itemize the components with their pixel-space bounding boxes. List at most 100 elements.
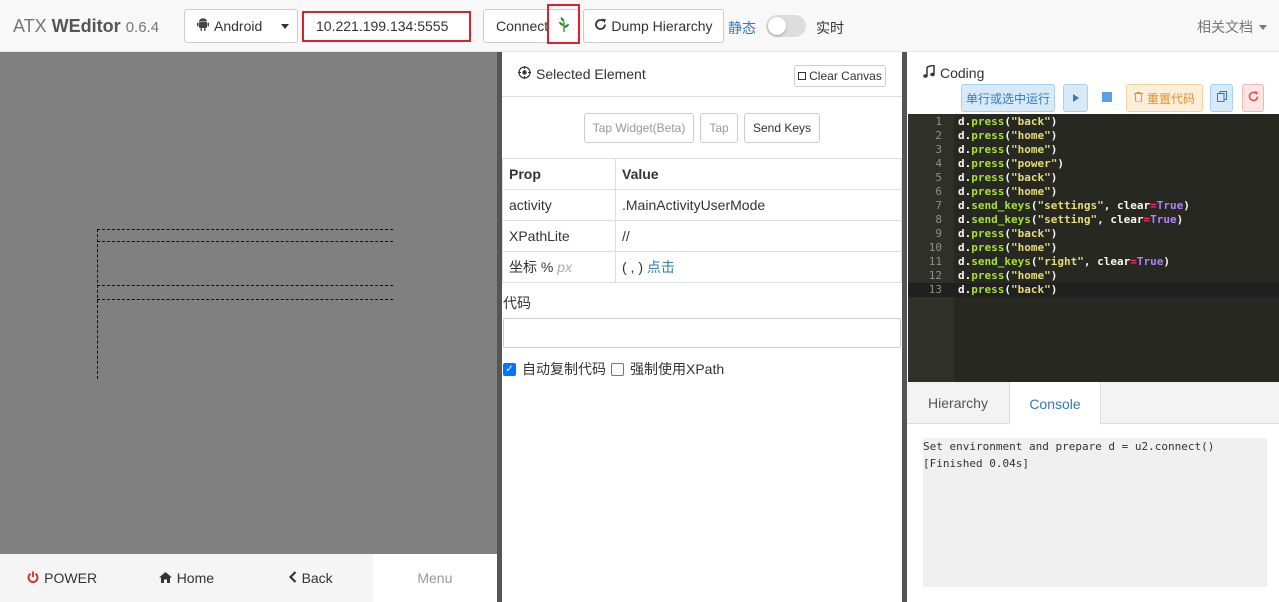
line-number: 5 <box>935 171 942 184</box>
code-line[interactable]: 8 d.send_keys("setting", clear=True) <box>908 213 1279 227</box>
power-button[interactable]: POWER <box>0 554 124 602</box>
code-line[interactable]: 7 d.send_keys("settings", clear=True) <box>908 199 1279 213</box>
code-line[interactable]: 1 d.press("back") <box>908 115 1279 129</box>
options-row: ✓ 自动复制代码 强制使用XPath <box>503 359 724 379</box>
crosshair-icon <box>518 66 531 82</box>
device-address-input[interactable]: 10.221.199.134:5555 <box>302 11 471 42</box>
code-editor[interactable]: 1 d.press("back") 2 d.press("home") 3 d.press… <box>908 114 1279 382</box>
run-selection-button[interactable]: 单行或选中运行 <box>961 84 1055 112</box>
home-label: Home <box>176 570 215 586</box>
element-outline <box>97 229 393 230</box>
code-line[interactable]: 9 d.press("back") <box>908 227 1279 241</box>
stop-button[interactable] <box>1094 84 1119 112</box>
back-button[interactable]: Back <box>249 554 373 602</box>
table-row: XPathLite // <box>502 220 902 252</box>
properties-table: Prop Value activity .MainActivityUserMod… <box>502 158 902 283</box>
reload-button[interactable] <box>1242 84 1264 112</box>
element-outline <box>97 229 98 379</box>
code-line[interactable]: 4 d.press("power") <box>908 157 1279 171</box>
top-navbar: ATX WEditor 0.6.4 Android 10.221.199.134… <box>0 0 1279 52</box>
copy-icon <box>1216 91 1227 105</box>
tab-console[interactable]: Console <box>1009 382 1101 425</box>
line-number: 8 <box>935 213 942 226</box>
code-text: d.press("back") <box>958 115 1058 128</box>
code-line[interactable]: 10 d.press("home") <box>908 241 1279 255</box>
code-line[interactable]: 5 d.press("back") <box>908 171 1279 185</box>
prop-value[interactable]: .MainActivityUserMode <box>615 189 902 221</box>
dump-label: Dump Hierarchy <box>611 18 713 34</box>
code-text: d.press("back") <box>958 283 1058 296</box>
code-text: d.press("home") <box>958 143 1058 156</box>
trash-icon <box>1133 91 1143 105</box>
code-text: d.press("power") <box>958 157 1064 170</box>
code-line[interactable]: 12 d.press("home") <box>908 269 1279 283</box>
stop-icon <box>1101 91 1112 105</box>
clear-canvas-button[interactable]: Clear Canvas <box>794 65 886 87</box>
line-number: 7 <box>935 199 942 212</box>
auto-copy-checkbox[interactable]: ✓ <box>503 362 516 376</box>
dump-hierarchy-button[interactable]: Dump Hierarchy <box>583 9 724 43</box>
coding-title: Coding <box>923 64 985 81</box>
connect-label: Connect <box>496 18 549 34</box>
code-line[interactable]: 13 d.press("back") <box>908 283 1279 297</box>
line-number: 10 <box>928 241 942 254</box>
run-button[interactable] <box>1063 84 1088 112</box>
prop-name: activity <box>502 189 616 221</box>
console-line: [Finished 0.04s] <box>923 457 1029 470</box>
device-screen-canvas[interactable] <box>0 52 497 554</box>
static-mode-label: 静态 <box>728 20 756 36</box>
toggle-knob <box>768 17 786 35</box>
console-output: Set environment and prepare d = u2.conne… <box>923 438 1267 587</box>
code-line[interactable]: 11 d.send_keys("right", clear=True) <box>908 255 1279 269</box>
music-note-icon <box>923 64 935 81</box>
reset-code-label: 重置代码 <box>1146 91 1195 106</box>
force-xpath-checkbox[interactable] <box>611 362 624 376</box>
power-label: POWER <box>44 570 98 586</box>
code-text: d.press("back") <box>958 171 1058 184</box>
code-line[interactable]: 6 d.press("home") <box>908 185 1279 199</box>
square-icon <box>798 72 807 80</box>
docs-dropdown[interactable]: 相关文档 <box>1197 17 1267 37</box>
live-mode-toggle[interactable] <box>766 15 806 37</box>
panel-header: Selected Element Clear Canvas <box>502 52 902 97</box>
home-button[interactable]: Home <box>124 554 248 602</box>
auto-copy-label: 自动复制代码 <box>522 361 606 377</box>
bottom-tabs: Hierarchy Console <box>907 382 1279 425</box>
line-number: 12 <box>928 269 942 282</box>
power-icon <box>27 570 39 586</box>
code-text: d.press("home") <box>958 185 1058 198</box>
android-icon <box>197 18 209 34</box>
element-outline <box>97 285 393 286</box>
coding-title-label: Coding <box>940 65 985 81</box>
line-number: 4 <box>935 157 942 170</box>
code-field[interactable] <box>503 318 901 348</box>
line-number: 3 <box>935 143 942 156</box>
code-text: d.send_keys("setting", clear=True) <box>958 213 1184 226</box>
tab-hierarchy[interactable]: Hierarchy <box>907 382 1009 424</box>
code-line[interactable]: 2 d.press("home") <box>908 129 1279 143</box>
send-keys-button[interactable]: Send Keys <box>744 113 820 143</box>
brand-prefix: ATX <box>13 16 52 36</box>
prop-value[interactable]: // <box>615 220 902 252</box>
prop-name: 坐标 % px <box>502 251 616 283</box>
reset-code-button[interactable]: 重置代码 <box>1126 84 1203 112</box>
click-coordinate-link[interactable]: 点击 <box>647 259 675 275</box>
app-brand[interactable]: ATX WEditor 0.6.4 <box>13 16 159 37</box>
tap-button[interactable]: Tap <box>700 113 738 143</box>
console-line: Set environment and prepare d = u2.conne… <box>923 440 1215 453</box>
brand-name: WEditor <box>51 16 121 36</box>
copy-code-button[interactable] <box>1210 84 1233 112</box>
connection-status-indicator <box>547 4 580 44</box>
platform-dropdown[interactable]: Android <box>184 9 298 43</box>
tap-widget-button[interactable]: Tap Widget(Beta) <box>584 113 694 143</box>
code-line[interactable]: 3 d.press("home") <box>908 143 1279 157</box>
force-xpath-label: 强制使用XPath <box>630 361 725 377</box>
app-version: 0.6.4 <box>125 19 160 36</box>
table-row: activity .MainActivityUserMode <box>502 189 902 221</box>
chevron-left-icon <box>288 570 297 586</box>
menu-button[interactable]: Menu <box>372 554 497 602</box>
prop-name: XPathLite <box>502 220 616 252</box>
line-number: 11 <box>928 255 942 268</box>
table-row: 坐标 % px ( , ) 点击 <box>502 251 902 283</box>
element-outline <box>97 299 393 300</box>
